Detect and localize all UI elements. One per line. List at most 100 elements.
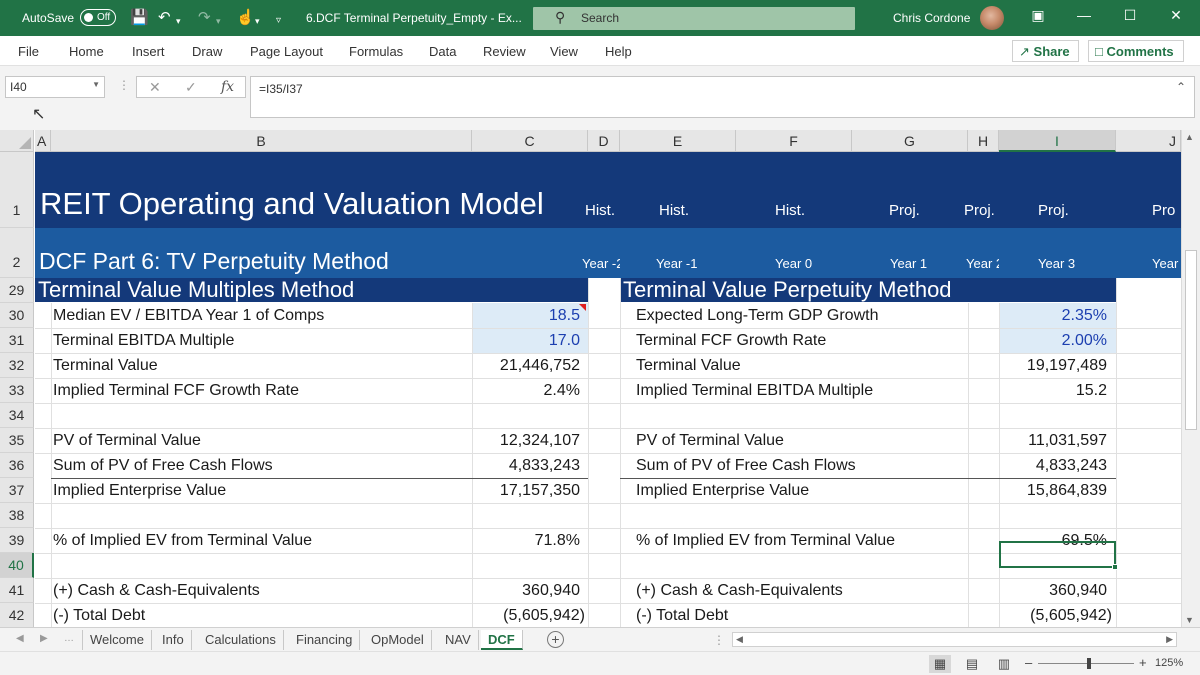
name-box[interactable]: I40 ▼ (5, 76, 105, 98)
right-label-row32[interactable]: Terminal Value (636, 353, 741, 378)
vertical-scrollbar[interactable]: ▲ ▼ (1181, 130, 1200, 627)
right-value-row41[interactable]: 360,940 (999, 578, 1107, 603)
redo-icon[interactable]: ↷ (198, 9, 211, 26)
comment-indicator-icon[interactable] (579, 304, 586, 311)
right-value-row31[interactable]: 2.00% (999, 328, 1107, 353)
column-header-j[interactable]: J (1116, 130, 1181, 152)
redo-dropdown-icon[interactable]: ▾ (216, 13, 221, 30)
row-header-42[interactable]: 42 (0, 603, 34, 627)
right-label-row42[interactable]: (-) Total Debt (636, 603, 728, 627)
user-name[interactable]: Chris Cordone (893, 11, 970, 25)
worksheet-grid[interactable]: A B C D E F G H I J 1 2 29 30 31 32 33 3… (0, 130, 1200, 627)
minimize-icon[interactable]: — (1074, 7, 1094, 23)
sheet-tab-calculations[interactable]: Calculations (198, 630, 284, 650)
tab-data[interactable]: Data (429, 44, 456, 59)
row-header-33[interactable]: 33 (0, 378, 34, 403)
left-label-row36[interactable]: Sum of PV of Free Cash Flows (53, 453, 273, 478)
right-label-row41[interactable]: (+) Cash & Cash-Equivalents (636, 578, 843, 603)
row-header-2[interactable]: 2 (0, 228, 34, 278)
tab-draw[interactable]: Draw (192, 44, 222, 59)
tab-review[interactable]: Review (483, 44, 526, 59)
tabs-splitter-icon[interactable]: ⋮ (713, 633, 725, 647)
tab-view[interactable]: View (550, 44, 578, 59)
left-value-row31[interactable]: 17.0 (472, 328, 580, 353)
left-label-row31[interactable]: Terminal EBITDA Multiple (53, 328, 234, 353)
left-value-row32[interactable]: 21,446,752 (472, 353, 580, 378)
left-value-row41[interactable]: 360,940 (472, 578, 580, 603)
avatar[interactable] (980, 6, 1004, 30)
scroll-up-icon[interactable]: ▲ (1185, 132, 1194, 142)
left-value-row36[interactable]: 4,833,243 (472, 453, 580, 478)
left-value-row35[interactable]: 12,324,107 (472, 428, 580, 453)
row-header-38[interactable]: 38 (0, 503, 34, 528)
sheet-tab-dcf[interactable]: DCF (481, 630, 523, 650)
left-value-row39[interactable]: 71.8% (472, 528, 580, 553)
row-header-37[interactable]: 37 (0, 478, 34, 503)
column-header-g[interactable]: G (852, 130, 968, 152)
row-header-34[interactable]: 34 (0, 403, 34, 428)
tab-insert[interactable]: Insert (132, 44, 165, 59)
left-value-row30[interactable]: 18.5 (472, 303, 580, 328)
chevron-up-icon[interactable]: ⌃ (1176, 80, 1186, 94)
comments-button[interactable]: □ Comments (1088, 40, 1184, 62)
touch-dropdown-icon[interactable]: ▾ (255, 13, 260, 30)
fill-handle[interactable] (1112, 564, 1118, 570)
right-label-row36[interactable]: Sum of PV of Free Cash Flows (636, 453, 856, 478)
row-header-1[interactable]: 1 (0, 152, 34, 228)
page-break-view-icon[interactable]: ▥ (993, 655, 1015, 673)
horizontal-scrollbar[interactable]: ◀ ▶ (732, 632, 1177, 647)
enter-icon[interactable]: ✓ (185, 79, 197, 96)
sheet-tab-opmodel[interactable]: OpModel (364, 630, 432, 650)
left-value-row42[interactable]: (5,605,942) (472, 603, 585, 627)
left-value-row37[interactable]: 17,157,350 (472, 478, 580, 503)
column-header-b[interactable]: B (51, 130, 472, 152)
maximize-icon[interactable]: ☐ (1120, 7, 1140, 24)
right-value-row42[interactable]: (5,605,942) (999, 603, 1112, 627)
zoom-slider-knob[interactable] (1087, 658, 1091, 669)
cancel-icon[interactable]: ✕ (149, 79, 161, 96)
right-value-row33[interactable]: 15.2 (999, 378, 1107, 403)
right-label-row30[interactable]: Expected Long-Term GDP Growth (636, 303, 878, 328)
right-value-row36[interactable]: 4,833,243 (999, 453, 1107, 478)
row-header-40[interactable]: 40 (0, 553, 34, 578)
row-header-35[interactable]: 35 (0, 428, 34, 453)
left-label-row41[interactable]: (+) Cash & Cash-Equivalents (53, 578, 260, 603)
sheet-tab-financing[interactable]: Financing (289, 630, 361, 650)
row-header-30[interactable]: 30 (0, 303, 34, 328)
left-label-row39[interactable]: % of Implied EV from Terminal Value (53, 528, 312, 553)
row-header-29[interactable]: 29 (0, 278, 34, 303)
left-label-row42[interactable]: (-) Total Debt (53, 603, 145, 627)
tab-help[interactable]: Help (605, 44, 632, 59)
touch-mode-icon[interactable]: ☝ (236, 9, 255, 26)
autosave-toggle[interactable]: Off (80, 9, 116, 26)
zoom-in-icon[interactable]: + (1139, 655, 1147, 670)
right-value-row35[interactable]: 11,031,597 (999, 428, 1107, 453)
scroll-thumb[interactable] (1185, 250, 1197, 430)
left-label-row37[interactable]: Implied Enterprise Value (53, 478, 226, 503)
row-header-31[interactable]: 31 (0, 328, 34, 353)
scroll-right-icon[interactable]: ▶ (1166, 634, 1173, 645)
share-button[interactable]: ↗ Share (1012, 40, 1079, 62)
ribbon-display-icon[interactable]: ▣ (1028, 7, 1048, 24)
undo-icon[interactable]: ↶ (158, 9, 171, 26)
column-header-a[interactable]: A (35, 130, 51, 152)
row-header-32[interactable]: 32 (0, 353, 34, 378)
right-label-row33[interactable]: Implied Terminal EBITDA Multiple (636, 378, 873, 403)
column-header-f[interactable]: F (736, 130, 852, 152)
page-layout-view-icon[interactable]: ▤ (961, 655, 983, 673)
save-icon[interactable]: 💾 (130, 9, 149, 26)
selected-cell-i40[interactable] (999, 541, 1118, 570)
left-label-row35[interactable]: PV of Terminal Value (53, 428, 201, 453)
resize-handle-icon[interactable]: ⋮ (118, 78, 130, 92)
zoom-slider[interactable] (1038, 663, 1134, 664)
left-label-row32[interactable]: Terminal Value (53, 353, 158, 378)
tab-page-layout[interactable]: Page Layout (250, 44, 323, 59)
row-header-41[interactable]: 41 (0, 578, 34, 603)
tab-formulas[interactable]: Formulas (349, 44, 403, 59)
right-label-row35[interactable]: PV of Terminal Value (636, 428, 784, 453)
undo-dropdown-icon[interactable]: ▾ (176, 13, 181, 30)
search-box[interactable]: ⚲ Search (533, 7, 855, 30)
column-header-c[interactable]: C (472, 130, 588, 152)
left-label-row30[interactable]: Median EV / EBITDA Year 1 of Comps (53, 303, 324, 328)
close-icon[interactable]: ✕ (1166, 7, 1186, 24)
